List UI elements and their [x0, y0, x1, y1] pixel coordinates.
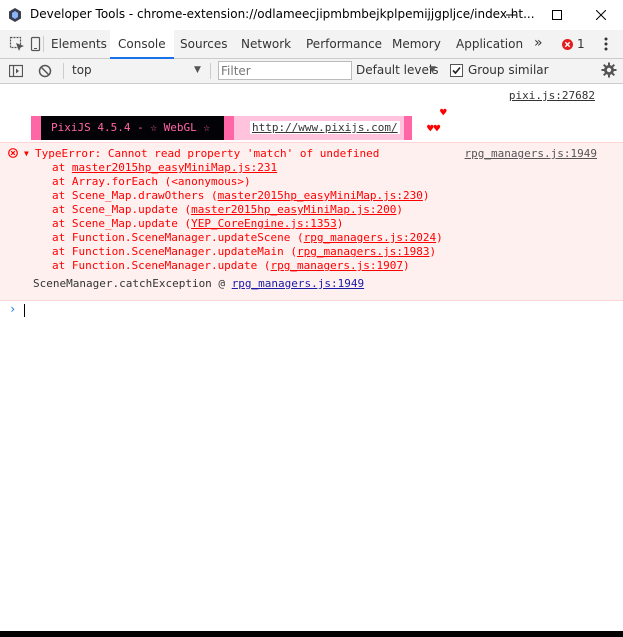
group-similar-label: Group similar: [468, 63, 549, 77]
stack-file-link[interactable]: rpg_managers.js:1983: [297, 245, 429, 258]
tab-network[interactable]: Network: [241, 30, 291, 58]
stack-frame: at Scene_Map.update (master2015hp_easyMi…: [52, 203, 404, 216]
tab-sources[interactable]: Sources: [180, 30, 227, 58]
error-source-link[interactable]: rpg_managers.js:1949: [465, 147, 597, 160]
checkmark-icon: [452, 66, 461, 75]
catch-exception-line: SceneManager.catchException @ rpg_manage…: [33, 277, 365, 290]
expand-triangle-icon[interactable]: ▼: [24, 149, 29, 158]
stack-frame: at Array.forEach (<anonymous>): [52, 175, 251, 188]
stack-file-link[interactable]: master2015hp_easyMiniMap.js:230: [218, 189, 423, 202]
more-tabs-button[interactable]: »: [534, 30, 543, 58]
close-button[interactable]: [578, 0, 623, 30]
error-count: 1: [577, 37, 585, 51]
log-levels-selector[interactable]: Default levels: [356, 63, 438, 77]
stack-frame: at Function.SceneManager.update (rpg_man…: [52, 259, 410, 272]
hearts-icon: ♥♥: [427, 122, 441, 135]
stack-file-link[interactable]: YEP_CoreEngine.js:1353: [191, 217, 337, 230]
clear-console-icon[interactable]: [38, 64, 52, 78]
prompt-chevron-icon: ›: [9, 302, 17, 316]
stack-file-link[interactable]: rpg_managers.js:2024: [304, 231, 436, 244]
devtools-icon: [9, 8, 21, 22]
banner-stripe: [223, 116, 234, 140]
filter-input[interactable]: [218, 61, 352, 80]
stack-trace: at master2015hp_easyMiniMap.js:231 at Ar…: [52, 161, 443, 273]
minimize-button[interactable]: [488, 0, 534, 30]
banner-url[interactable]: http://www.pixijs.com/: [249, 121, 400, 134]
stack-file-link[interactable]: rpg_managers.js:1907: [271, 259, 403, 272]
minimize-icon: [506, 14, 516, 16]
tab-elements[interactable]: Elements: [51, 30, 107, 58]
banner-url-box: http://www.pixijs.com/: [233, 116, 404, 140]
stack-frame: at Scene_Map.update (YEP_CoreEngine.js:1…: [52, 217, 344, 230]
log-source-link[interactable]: pixi.js:27682: [509, 89, 595, 102]
text-caret: [24, 304, 25, 317]
maximize-button[interactable]: [534, 0, 580, 30]
console-prompt[interactable]: ›: [0, 300, 623, 320]
banner-stripe: [403, 116, 412, 140]
heart-icon: ♥: [440, 106, 447, 119]
tabbar-separator: [43, 36, 44, 52]
close-icon: [596, 10, 606, 20]
window-bottom-edge: [0, 631, 623, 637]
banner-title: PixiJS 4.5.4 - ☆ WebGL ☆: [41, 116, 224, 140]
stack-frame: at master2015hp_easyMiniMap.js:231: [52, 161, 278, 174]
context-dropdown-icon[interactable]: ▼: [194, 65, 201, 75]
toolbar-separator: [63, 63, 64, 79]
context-selector[interactable]: top: [72, 63, 92, 77]
kebab-menu-icon[interactable]: [604, 37, 608, 51]
error-icon: [562, 38, 573, 50]
levels-dropdown-icon[interactable]: ▼: [429, 65, 436, 75]
maximize-icon: [552, 10, 562, 20]
sidebar-toggle-icon[interactable]: [9, 64, 23, 78]
pixi-banner: PixiJS 4.5.4 - ☆ WebGL ☆ http://www.pixi…: [31, 116, 412, 140]
stack-file-link[interactable]: master2015hp_easyMiniMap.js:200: [191, 203, 396, 216]
toolbar-separator: [210, 63, 211, 79]
banner-stripe: [31, 116, 41, 140]
inspect-element-icon[interactable]: [9, 36, 25, 52]
error-count-badge[interactable]: 1: [562, 37, 585, 51]
window-titlebar: Developer Tools - chrome-extension://odl…: [0, 0, 623, 30]
gear-icon[interactable]: [601, 62, 617, 78]
stack-frame: at Scene_Map.drawOthers (master2015hp_ea…: [52, 189, 430, 202]
error-message: ▼ TypeError: Cannot read property 'match…: [0, 142, 623, 301]
group-similar-checkbox[interactable]: [450, 64, 463, 77]
error-icon: [8, 148, 18, 158]
tab-console[interactable]: Console: [110, 30, 174, 59]
console-toolbar: top ▼ Default levels ▼ Group similar: [0, 59, 623, 84]
stack-frame: at Function.SceneManager.updateScene (rp…: [52, 231, 443, 244]
error-text: TypeError: Cannot read property 'match' …: [35, 147, 380, 160]
stack-frame: at Function.SceneManager.updateMain (rpg…: [52, 245, 437, 258]
device-toolbar-icon[interactable]: [30, 36, 42, 52]
tab-memory[interactable]: Memory: [392, 30, 441, 58]
tab-application[interactable]: Application: [456, 30, 523, 58]
stack-file-link[interactable]: master2015hp_easyMiniMap.js:231: [72, 161, 277, 174]
panel-tabbar: Elements Console Sources Network Perform…: [0, 30, 623, 59]
window-title: Developer Tools - chrome-extension://odl…: [30, 7, 535, 21]
catch-file-link[interactable]: rpg_managers.js:1949: [232, 277, 364, 290]
tab-performance[interactable]: Performance: [306, 30, 382, 58]
